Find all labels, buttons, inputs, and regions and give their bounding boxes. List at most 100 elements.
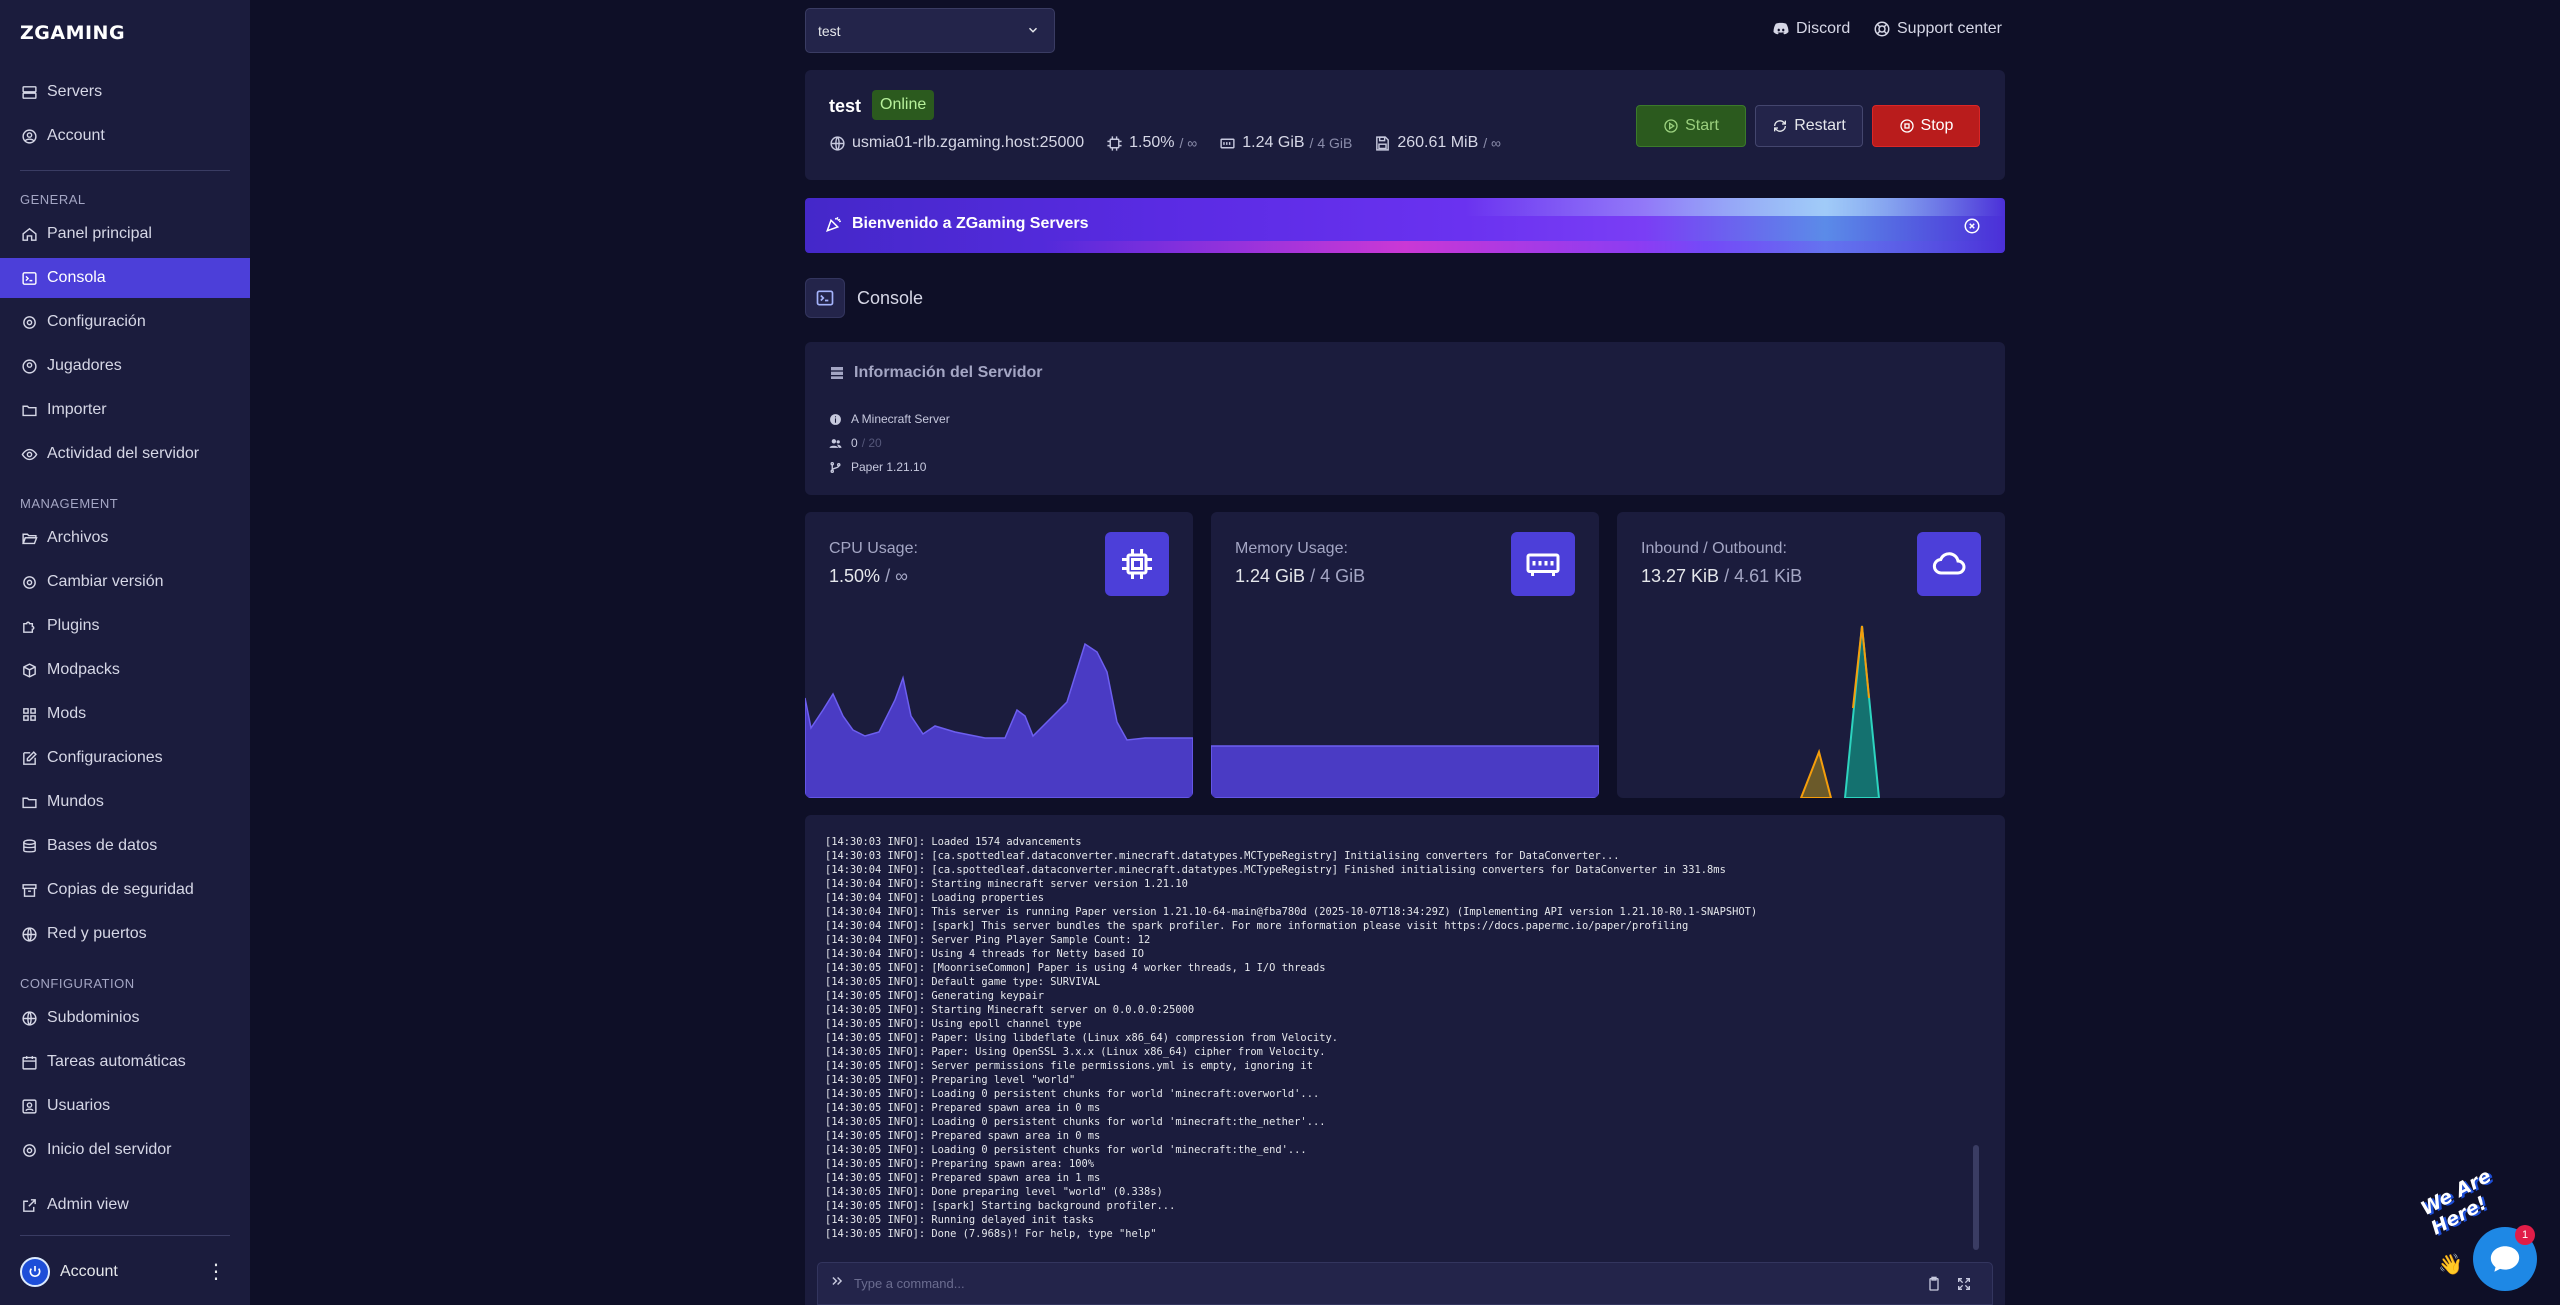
party-popper-icon xyxy=(826,217,842,232)
account-label: Account xyxy=(60,1263,118,1280)
server-address[interactable]: usmia01-rlb.zgaming.host:25000 xyxy=(829,134,1084,152)
sidebar-item-importer[interactable]: Importer xyxy=(0,390,250,430)
sidebar-item-archivos[interactable]: Archivos xyxy=(0,518,250,558)
server-select[interactable]: test xyxy=(805,8,1055,53)
log-line: [14:30:05 INFO]: Using epoll channel typ… xyxy=(825,1018,1082,1030)
kebab-menu-icon[interactable]: ⋮ xyxy=(206,1262,226,1282)
log-line: [14:30:04 INFO]: Server Ping Player Samp… xyxy=(825,934,1151,946)
sidebar-item-modpacks[interactable]: Modpacks xyxy=(0,650,250,690)
discord-link[interactable]: Discord xyxy=(1772,20,1850,38)
server-cpu: 1.50% / ∞ xyxy=(1106,134,1197,152)
log-line: [14:30:05 INFO]: Running delayed init ta… xyxy=(825,1214,1094,1226)
sidebar-item-configuraciones[interactable]: Configuraciones xyxy=(0,738,250,778)
log-line: [14:30:03 INFO]: Loaded 1574 advancement… xyxy=(825,836,1082,848)
network-usage-card: Inbound / Outbound: 13.27 KiB / 4.61 KiB xyxy=(1617,512,2005,798)
sidebar-item-copias[interactable]: Copias de seguridad xyxy=(0,870,250,910)
log-line: [14:30:05 INFO]: Server permissions file… xyxy=(825,1060,1313,1072)
sidebar-item-configuracion[interactable]: Configuración xyxy=(0,302,250,342)
server-cpu-limit: / ∞ xyxy=(1179,135,1198,151)
cpu-usage-graph xyxy=(805,642,1193,798)
chat-widget-text[interactable]: We Are Here! xyxy=(2417,1143,2543,1240)
sidebar-item-servers[interactable]: Servers xyxy=(0,72,250,112)
folder-icon xyxy=(20,793,38,811)
server-status-card: test Online usmia01-rlb.zgaming.host:250… xyxy=(805,70,2005,180)
clipboard-icon[interactable] xyxy=(1926,1276,1942,1292)
log-line: [14:30:05 INFO]: [spark] Starting backgr… xyxy=(825,1200,1176,1212)
server-motd-text: A Minecraft Server xyxy=(851,412,950,426)
start-button[interactable]: Start xyxy=(1636,105,1746,147)
sidebar-item-red-puertos[interactable]: Red y puertos xyxy=(0,914,250,954)
restart-button[interactable]: Restart xyxy=(1755,105,1863,147)
server-version: Paper 1.21.10 xyxy=(829,460,926,474)
section-title-general: GENERAL xyxy=(20,192,86,207)
sidebar-item-label: Configuraciones xyxy=(47,749,163,766)
sidebar-item-label: Actividad del servidor xyxy=(47,445,200,462)
sidebar-item-actividad[interactable]: Actividad del servidor xyxy=(0,434,250,474)
players-online: 0 xyxy=(851,436,858,450)
sidebar-item-account[interactable]: Account xyxy=(0,116,250,156)
banner-close-icon[interactable] xyxy=(1963,217,1981,235)
network-outbound-value: / 4.61 KiB xyxy=(1724,566,1803,586)
sidebar-item-label: Usuarios xyxy=(47,1097,111,1114)
sidebar-item-mods[interactable]: Mods xyxy=(0,694,250,734)
user-icon xyxy=(20,1097,38,1115)
globe-icon xyxy=(20,925,38,943)
server-info-title-text: Información del Servidor xyxy=(854,364,1043,381)
server-address-text: usmia01-rlb.zgaming.host:25000 xyxy=(852,134,1085,151)
archive-icon xyxy=(20,881,38,899)
sidebar-item-plugins[interactable]: Plugins xyxy=(0,606,250,646)
avatar xyxy=(20,1257,50,1287)
waving-hand-icon: 👋 xyxy=(2438,1254,2463,1276)
calendar-icon xyxy=(20,1053,38,1071)
support-center-link[interactable]: Support center xyxy=(1873,20,2002,38)
log-line: [14:30:05 INFO]: Preparing level "world" xyxy=(825,1074,1076,1086)
sidebar-item-mundos[interactable]: Mundos xyxy=(0,782,250,822)
cpu-icon xyxy=(1107,135,1122,151)
sidebar-item-jugadores[interactable]: Jugadores xyxy=(0,346,250,386)
info-icon xyxy=(830,413,841,425)
memory-icon xyxy=(1511,532,1575,596)
log-line: [14:30:05 INFO]: Prepared spawn area in … xyxy=(825,1172,1101,1184)
log-line: [14:30:04 INFO]: [spark] This server bun… xyxy=(825,920,1689,932)
sidebar: ZGAMING Servers Account GENERAL Panel pr… xyxy=(0,0,250,1305)
save-icon xyxy=(1376,135,1390,151)
banner-text: Bienvenido a ZGaming Servers xyxy=(825,215,1089,233)
sidebar-item-label: Consola xyxy=(47,269,106,286)
log-line: [14:30:05 INFO]: Preparing spawn area: 1… xyxy=(825,1158,1094,1170)
sidebar-item-label: Copias de seguridad xyxy=(47,881,194,898)
cpu-icon xyxy=(1105,532,1169,596)
memory-icon xyxy=(1220,138,1235,148)
sidebar-item-label: Account xyxy=(47,127,105,144)
zgaming-logo[interactable]: ZGAMING xyxy=(20,22,125,44)
notification-badge: 1 xyxy=(2515,1225,2535,1245)
database-icon xyxy=(20,837,38,855)
restart-button-label: Restart xyxy=(1794,117,1846,134)
server-motd: A Minecraft Server xyxy=(829,412,950,426)
console-header-icon xyxy=(805,278,845,318)
server-memory-limit: / 4 GiB xyxy=(1309,135,1353,151)
sidebar-item-inicio-servidor[interactable]: Inicio del servidor xyxy=(0,1130,250,1170)
log-line: [14:30:05 INFO]: Generating keypair xyxy=(825,990,1044,1002)
sidebar-item-tareas[interactable]: Tareas automáticas xyxy=(0,1042,250,1082)
sidebar-item-panel-principal[interactable]: Panel principal xyxy=(0,214,250,254)
cpu-usage-label: CPU Usage: xyxy=(829,540,918,557)
sidebar-item-subdominios[interactable]: Subdominios xyxy=(0,998,250,1038)
stop-button-label: Stop xyxy=(1920,117,1954,134)
console-scrollbar[interactable] xyxy=(1973,1145,1979,1250)
account-menu[interactable]: Account ⋮ xyxy=(0,1252,250,1292)
sidebar-divider xyxy=(20,1235,230,1236)
sidebar-item-bases-de-datos[interactable]: Bases de datos xyxy=(0,826,250,866)
server-icon xyxy=(20,83,38,101)
console-log[interactable]: [14:30:03 INFO]: Loaded 1574 advancement… xyxy=(825,835,1975,1255)
gear-icon xyxy=(20,313,38,331)
cpu-usage-value: 1.50% / ∞ xyxy=(829,566,908,587)
command-input[interactable] xyxy=(854,1268,1904,1299)
sidebar-item-admin-view[interactable]: Admin view xyxy=(0,1185,250,1225)
expand-icon[interactable] xyxy=(1956,1276,1972,1292)
sidebar-item-consola[interactable]: Consola xyxy=(0,258,250,298)
sidebar-item-cambiar-version[interactable]: Cambiar versión xyxy=(0,562,250,602)
sidebar-item-usuarios[interactable]: Usuarios xyxy=(0,1086,250,1126)
stop-button[interactable]: Stop xyxy=(1872,105,1980,147)
chevron-down-icon xyxy=(1026,23,1040,40)
sidebar-item-label: Mods xyxy=(47,705,87,722)
